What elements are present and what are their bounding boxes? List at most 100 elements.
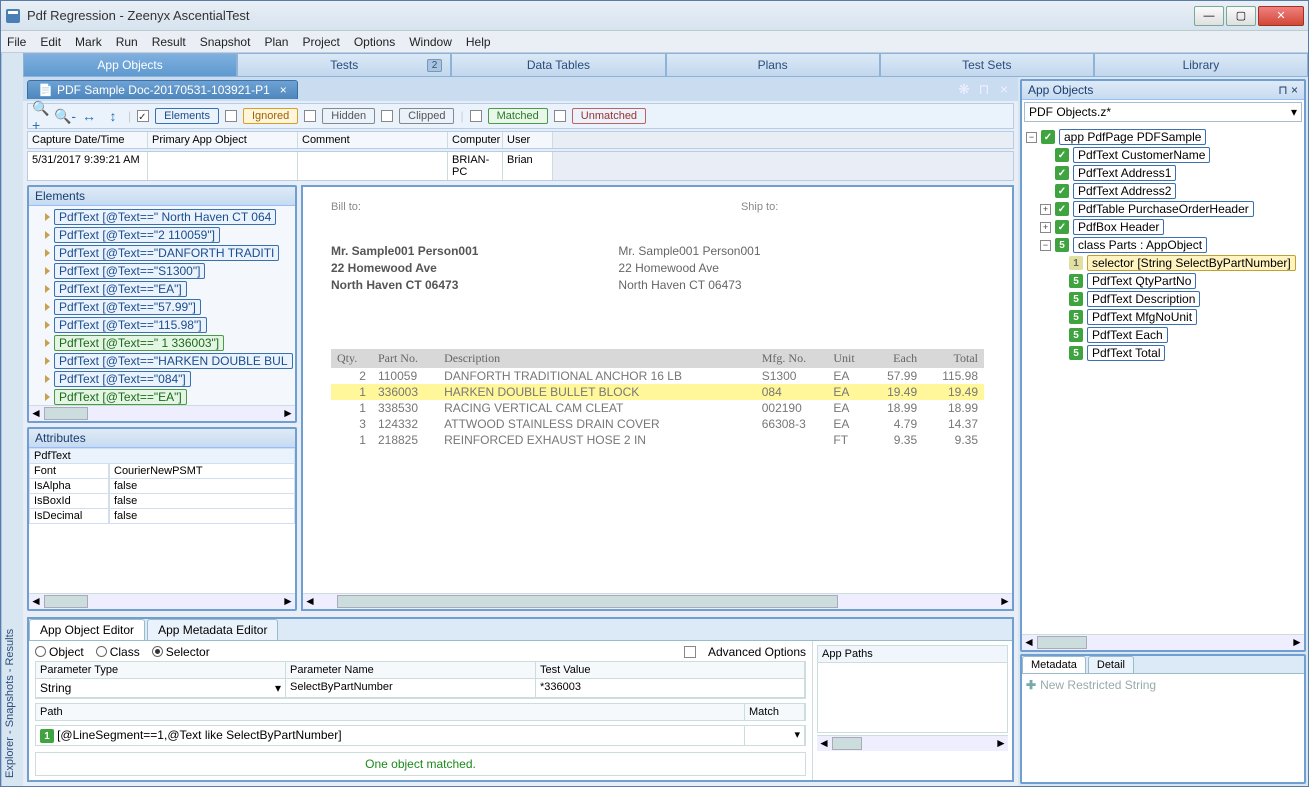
hdr-user: User — [503, 132, 553, 148]
menu-window[interactable]: Window — [409, 35, 452, 49]
tree-row[interactable]: PdfText [@Text=="EA"] — [31, 280, 293, 298]
tab-app-object-editor[interactable]: App Object Editor — [29, 619, 145, 640]
maximize-button[interactable]: ▢ — [1226, 6, 1256, 26]
attrs-hscroll[interactable]: ◄► — [29, 593, 295, 609]
attr-row[interactable]: IsAlphafalse — [29, 479, 295, 494]
gear-icon[interactable]: ❋ — [956, 81, 972, 97]
tree-row[interactable]: PdfText [@Text=="084"] — [31, 370, 293, 388]
chk-advanced[interactable] — [684, 646, 696, 658]
menu-result[interactable]: Result — [152, 35, 186, 49]
menu-file[interactable]: File — [7, 35, 26, 49]
bullet-icon — [45, 357, 50, 365]
tab-app-objects[interactable]: App Objects — [23, 53, 237, 77]
val-capture-date: 5/31/2017 9:39:21 AM — [28, 152, 148, 180]
tab-data-tables[interactable]: Data Tables — [451, 53, 665, 77]
elements-tree[interactable]: PdfText [@Text==" North Haven CT 064PdfT… — [29, 206, 295, 405]
tree-row[interactable]: PdfText [@Text=="57.99"] — [31, 298, 293, 316]
tab-plans[interactable]: Plans — [666, 53, 880, 77]
objtree-hscroll[interactable]: ◄► — [1022, 634, 1304, 650]
chk-matched[interactable] — [470, 110, 482, 122]
app-paths-list[interactable] — [817, 663, 1008, 733]
tree-row[interactable]: PdfText [@Text==" 1 336003"] — [31, 334, 293, 352]
pill-matched[interactable]: Matched — [488, 108, 548, 124]
pdf-hscroll[interactable]: ◄► — [303, 593, 1012, 609]
app-window: Pdf Regression - Zeenyx AscentialTest — … — [0, 0, 1309, 787]
menu-run[interactable]: Run — [116, 35, 138, 49]
pill-ignored[interactable]: Ignored — [243, 108, 298, 124]
param-name[interactable]: SelectByPartNumber — [286, 679, 536, 698]
menu-mark[interactable]: Mark — [75, 35, 102, 49]
tab-close-icon[interactable]: × — [280, 83, 287, 97]
attr-row[interactable]: IsDecimalfalse — [29, 509, 295, 524]
label-bill-to: Bill to: — [331, 201, 361, 213]
chk-clipped[interactable] — [381, 110, 393, 122]
radio-class[interactable]: Class — [96, 645, 140, 659]
left-tool-tabs[interactable]: Explorer - Snapshots - Results — [1, 53, 23, 786]
close-panel-icon[interactable]: × — [996, 81, 1012, 97]
fit-width-icon[interactable]: ↔ — [80, 107, 98, 125]
table-row: 3124332ATTWOOD STAINLESS DRAIN COVER6630… — [331, 416, 984, 432]
pin-icon[interactable]: ⊓ — [1278, 83, 1287, 97]
pill-hidden[interactable]: Hidden — [322, 108, 375, 124]
pill-clipped[interactable]: Clipped — [399, 108, 454, 124]
tree-row[interactable]: PdfText [@Text=="HARKEN DOUBLE BUL — [31, 352, 293, 370]
chk-ignored[interactable] — [225, 110, 237, 122]
tree-row[interactable]: PdfText [@Text=="2 110059"] — [31, 226, 293, 244]
pin-icon[interactable]: ⊓ — [976, 81, 992, 97]
tree-row[interactable]: PdfText [@Text==" North Haven CT 064 — [31, 208, 293, 226]
apppaths-hscroll[interactable]: ◄► — [817, 735, 1008, 751]
tab-metadata[interactable]: Metadata — [1022, 656, 1086, 673]
path-value[interactable]: 1 [@LineSegment==1,@Text like SelectByPa… — [36, 726, 745, 746]
tab-library[interactable]: Library — [1094, 53, 1308, 77]
path-row: 1 [@LineSegment==1,@Text like SelectByPa… — [35, 725, 806, 747]
table-row: 1338530RACING VERTICAL CAM CLEAT002190EA… — [331, 400, 984, 416]
tree-row[interactable]: PdfText [@Text=="S1300"] — [31, 262, 293, 280]
menu-snapshot[interactable]: Snapshot — [200, 35, 251, 49]
attr-row[interactable]: FontCourierNewPSMT — [29, 464, 295, 479]
chk-hidden[interactable] — [304, 110, 316, 122]
metadata-panel: Metadata Detail ✚New Restricted String — [1020, 654, 1306, 784]
close-button[interactable]: ✕ — [1258, 6, 1304, 26]
fit-height-icon[interactable]: ↕ — [104, 107, 122, 125]
test-value[interactable]: *336003 — [536, 679, 805, 698]
hdr-comment: Comment — [298, 132, 448, 148]
val-primary[interactable] — [148, 152, 298, 180]
tree-row[interactable]: PdfText [@Text=="DANFORTH TRADITI — [31, 244, 293, 262]
match-dropdown[interactable]: ▾ — [745, 726, 805, 746]
radio-object[interactable]: Object — [35, 645, 84, 659]
attr-row[interactable]: IsBoxIdfalse — [29, 494, 295, 509]
menu-options[interactable]: Options — [354, 35, 395, 49]
radio-selector[interactable]: Selector — [152, 645, 210, 659]
attributes-grid[interactable]: PdfText FontCourierNewPSMTIsAlphafalseIs… — [29, 448, 295, 593]
metadata-body[interactable]: ✚New Restricted String — [1022, 674, 1304, 696]
chk-unmatched[interactable] — [554, 110, 566, 122]
app-objects-tree[interactable]: −✓app PdfPage PDFSample ✓PdfText Custome… — [1022, 124, 1304, 634]
pdf-body[interactable]: Bill to: Ship to: Mr. Sample001 Person00… — [303, 187, 1012, 593]
zoom-out-icon[interactable]: 🔍- — [56, 107, 74, 125]
tab-detail[interactable]: Detail — [1088, 656, 1134, 673]
tree-row[interactable]: PdfText [@Text=="115.98"] — [31, 316, 293, 334]
close-icon[interactable]: × — [1291, 83, 1298, 97]
minimize-button[interactable]: — — [1194, 6, 1224, 26]
capture-value-row: 5/31/2017 9:39:21 AM BRIAN-PC Brian — [27, 151, 1014, 181]
menu-help[interactable]: Help — [466, 35, 491, 49]
val-comment[interactable] — [298, 152, 448, 180]
bullet-icon — [45, 339, 50, 347]
zoom-in-icon[interactable]: 🔍+ — [32, 107, 50, 125]
tree-row[interactable]: PdfText [@Text=="EA"] — [31, 388, 293, 405]
pill-unmatched[interactable]: Unmatched — [572, 108, 646, 124]
menu-project[interactable]: Project — [302, 35, 339, 49]
menu-plan[interactable]: Plan — [264, 35, 288, 49]
param-type[interactable]: String ▾ — [36, 679, 286, 698]
objects-file-combo[interactable]: PDF Objects.z*▾ — [1024, 102, 1302, 122]
tab-tests[interactable]: Tests2 — [237, 53, 451, 77]
document-tab-row: 📄 PDF Sample Doc-20170531-103921-P1 × ❋ … — [23, 77, 1018, 101]
menu-edit[interactable]: Edit — [40, 35, 61, 49]
tab-app-metadata-editor[interactable]: App Metadata Editor — [147, 619, 278, 640]
chk-elements[interactable] — [137, 110, 149, 122]
document-tab[interactable]: 📄 PDF Sample Doc-20170531-103921-P1 × — [27, 80, 298, 99]
pill-elements[interactable]: Elements — [155, 108, 219, 124]
elements-hscroll[interactable]: ◄► — [29, 405, 295, 421]
tab-test-sets[interactable]: Test Sets — [880, 53, 1094, 77]
add-icon[interactable]: ✚ — [1026, 678, 1036, 692]
